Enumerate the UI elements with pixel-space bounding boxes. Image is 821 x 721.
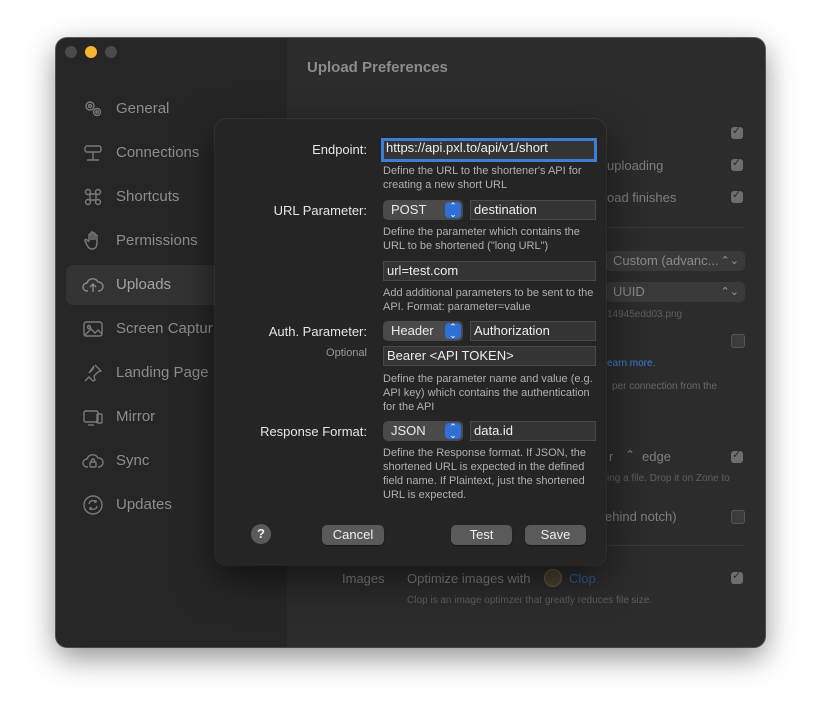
chevron-updown-icon: ⌃: [625, 448, 636, 462]
chevron-updown-icon: ⌃⌄: [445, 423, 461, 440]
per-connection-text: per connection from the: [612, 381, 718, 392]
clop-app-icon: [544, 569, 562, 587]
auth-type-select[interactable]: Header ⌃ ⌄: [383, 321, 463, 341]
method-select-value: POST: [391, 202, 427, 217]
command-icon: [84, 188, 102, 206]
page-title: Upload Preferences: [307, 59, 448, 76]
shortener-select-value: Custom (advanc...: [613, 253, 719, 268]
response-format-value: JSON: [391, 423, 426, 438]
chevron-updown-icon: ⌃⌄: [445, 323, 461, 340]
network-icon: [84, 145, 102, 161]
uploading-label: uploading: [607, 158, 664, 173]
sidebar-item-label: Shortcuts: [116, 188, 180, 205]
hand-icon: [84, 231, 98, 250]
background-checkbox[interactable]: [731, 448, 743, 463]
auth-parameter-help: Define the parameter name and value (e.g…: [383, 373, 593, 413]
shortener-select[interactable]: Custom (advanc... ⌃⌄: [605, 251, 745, 271]
chevron-updown-icon: ⌃⌄: [720, 286, 739, 298]
drop-zone-text: ing a file. Drop it on Zone to: [607, 473, 730, 484]
clop-description: Clop is an image optimzer that greatly r…: [407, 595, 653, 606]
cloud-upload-icon: [82, 278, 104, 292]
gears-icon: [85, 101, 102, 117]
help-button[interactable]: ?: [251, 524, 271, 544]
background-checkbox[interactable]: [731, 188, 743, 203]
auth-value-field[interactable]: Bearer <API TOKEN>: [383, 346, 596, 366]
photo-icon: [83, 321, 103, 337]
additional-parameters-help: Add additional parameters to be sent to …: [383, 287, 594, 313]
sidebar-item-label: Uploads: [116, 276, 172, 293]
minimize-window-button[interactable]: [85, 46, 97, 58]
endpoint-field[interactable]: https://api.pxl.to/api/v1/short: [381, 138, 597, 162]
save-button[interactable]: Save: [525, 525, 586, 545]
additional-parameters-field[interactable]: url=test.com: [383, 261, 596, 281]
url-parameter-label: URL Parameter:: [273, 203, 367, 218]
sidebar-item-label: Mirror: [116, 408, 156, 425]
close-window-button[interactable]: [65, 46, 77, 58]
test-button[interactable]: Test: [451, 525, 512, 545]
images-label: Images: [342, 571, 385, 586]
notch-label: ehind notch): [605, 509, 677, 524]
sidebar-item-label: Connections: [116, 144, 200, 161]
zoom-window-button[interactable]: [105, 46, 117, 58]
sidebar-item-label: Updates: [116, 496, 172, 513]
response-format-help: Define the Response format. If JSON, the…: [383, 447, 586, 501]
sidebar-item-label: Sync: [116, 452, 150, 469]
pin-icon: [84, 364, 103, 382]
response-field[interactable]: data.id: [470, 421, 596, 441]
clop-link[interactable]: Clop: [569, 571, 596, 586]
edge-prefix: r: [609, 449, 614, 464]
edge-label: edge: [642, 449, 671, 464]
filename-select[interactable]: UUID ⌃⌄: [605, 282, 745, 302]
cancel-button[interactable]: Cancel: [322, 525, 384, 545]
background-checkbox[interactable]: [731, 156, 743, 171]
auth-name-field[interactable]: Authorization: [470, 321, 596, 341]
sidebar-item-label: Permissions: [116, 232, 198, 249]
load-finishes-label: oad finishes: [607, 190, 677, 205]
background-checkbox[interactable]: [731, 334, 745, 348]
chevron-updown-icon: ⌃⌄: [720, 255, 739, 267]
sidebar-item-label: Landing Page: [116, 364, 209, 381]
chevron-updown-icon: ⌃⌄: [445, 202, 461, 219]
filename-example: 14945edd03.png: [607, 309, 683, 320]
url-shortener-sheet: Endpoint: https://api.pxl.to/api/v1/shor…: [215, 119, 606, 565]
learn-more-link[interactable]: earn more.: [607, 358, 655, 369]
endpoint-help: Define the URL to the shortener's API fo…: [383, 165, 582, 191]
auth-parameter-label: Auth. Parameter:: [268, 324, 367, 339]
background-checkbox[interactable]: [731, 124, 743, 139]
cloud-lock-icon: [82, 454, 104, 468]
background-checkbox[interactable]: [731, 569, 743, 584]
response-format-label: Response Format:: [260, 424, 367, 439]
response-format-select[interactable]: JSON ⌃ ⌄: [383, 421, 463, 441]
mirror-icon: [83, 410, 103, 426]
url-parameter-help: Define the parameter which contains the …: [383, 226, 580, 252]
url-parameter-method-select[interactable]: POST ⌃ ⌄: [383, 200, 463, 220]
background-checkbox[interactable]: [731, 510, 745, 524]
auth-type-value: Header: [391, 323, 434, 338]
optional-label: Optional: [326, 347, 367, 359]
filename-select-value: UUID: [613, 284, 645, 299]
sidebar-item-label: General: [116, 100, 170, 117]
separator: [607, 227, 745, 228]
url-parameter-field[interactable]: destination: [470, 200, 596, 220]
optimize-images-label: Optimize images with: [407, 571, 531, 586]
endpoint-label: Endpoint:: [312, 142, 367, 157]
updates-icon: [83, 495, 103, 515]
sidebar-item-label: Screen Captur: [116, 320, 213, 337]
